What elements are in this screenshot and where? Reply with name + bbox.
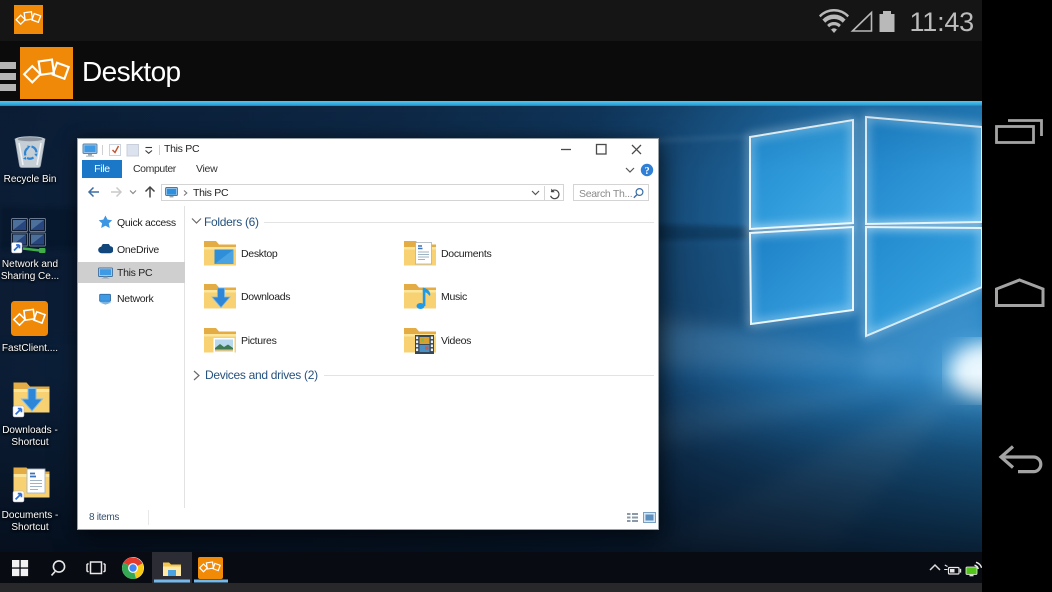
svg-text:?: ?: [645, 166, 650, 177]
